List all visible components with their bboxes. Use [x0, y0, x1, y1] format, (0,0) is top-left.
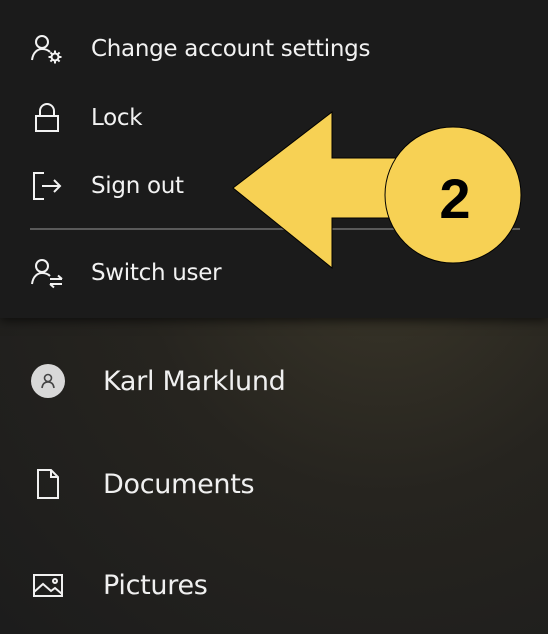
menu-item-change-account-settings[interactable]: Change account settings: [0, 20, 548, 78]
menu-item-label: Change account settings: [91, 36, 371, 62]
sidebar-item-label: Pictures: [103, 569, 208, 601]
sign-out-icon: [30, 169, 64, 203]
document-icon: [30, 466, 66, 502]
menu-item-switch-user[interactable]: Switch user: [0, 244, 548, 302]
menu-item-label: Switch user: [91, 260, 222, 286]
menu-item-label: Lock: [91, 105, 143, 131]
menu-item-lock[interactable]: Lock: [0, 89, 548, 147]
pictures-icon: [30, 567, 66, 603]
sidebar-item-user[interactable]: Karl Marklund: [0, 346, 548, 416]
step-number: 2: [439, 166, 471, 230]
user-avatar-icon: [30, 363, 66, 399]
sidebar-item-pictures[interactable]: Pictures: [0, 550, 548, 620]
switch-user-icon: [30, 256, 64, 290]
menu-item-label: Sign out: [91, 173, 184, 199]
sidebar-item-label: Karl Marklund: [103, 365, 286, 397]
sidebar-item-label: Documents: [103, 468, 255, 500]
account-settings-icon: [30, 32, 64, 66]
lock-icon: [30, 101, 64, 135]
sidebar-item-documents[interactable]: Documents: [0, 449, 548, 519]
